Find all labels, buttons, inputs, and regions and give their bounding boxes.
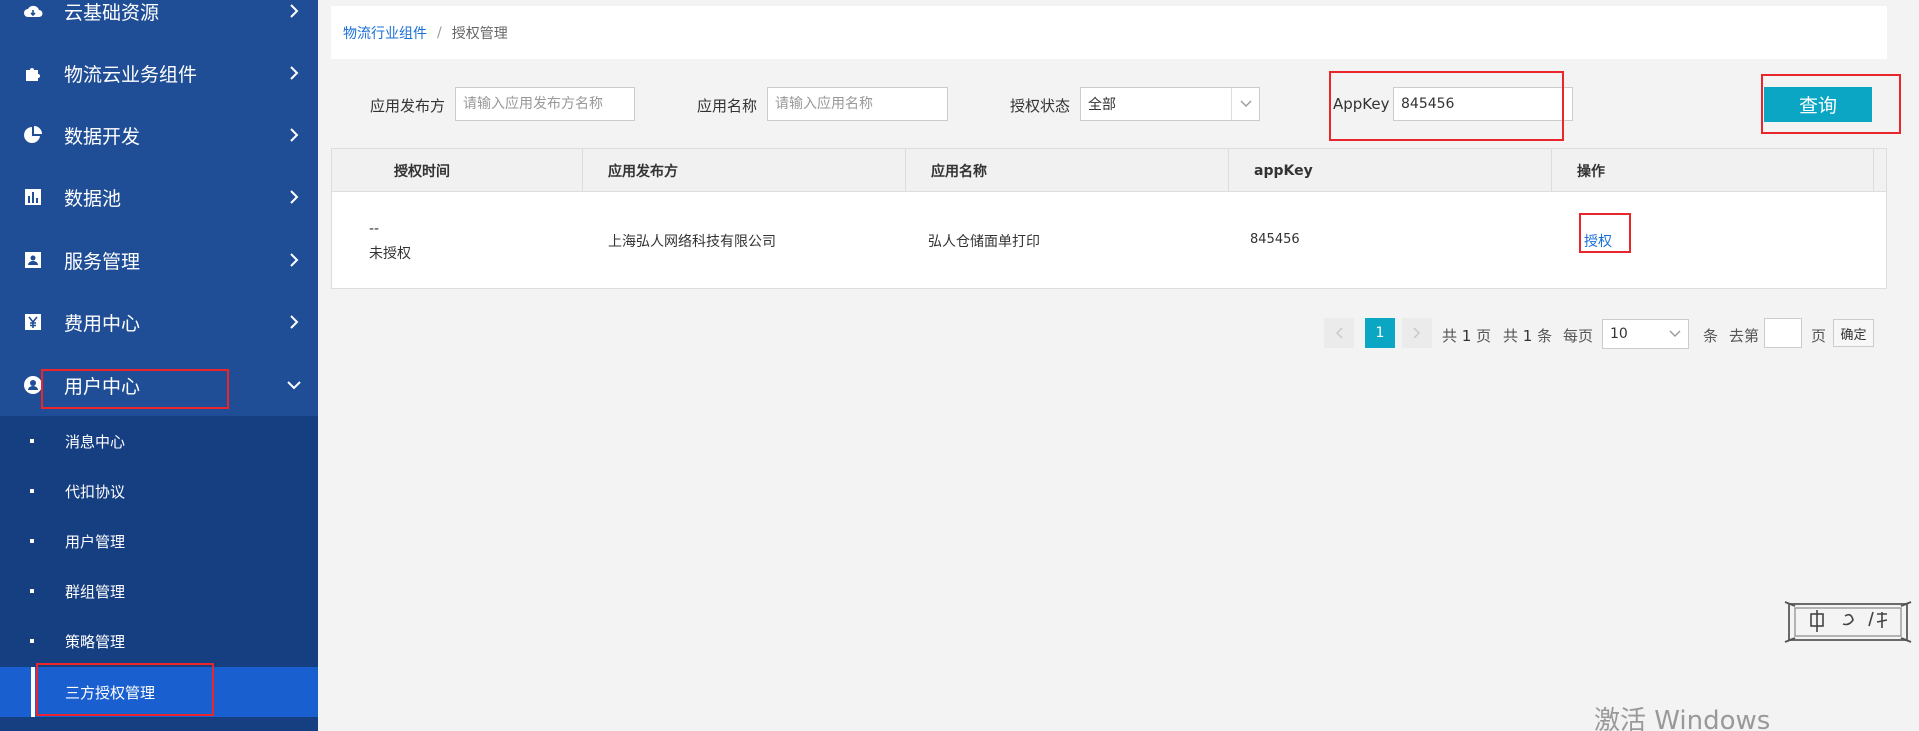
- bar-chart-icon: [23, 187, 43, 207]
- auth-status-select[interactable]: 全部: [1080, 87, 1260, 121]
- next-page-button[interactable]: [1402, 318, 1432, 348]
- appkey-cell: 845456: [1250, 232, 1300, 247]
- breadcrumb-parent-link[interactable]: 物流行业组件: [343, 23, 427, 43]
- submenu-item-user-management[interactable]: 用户管理: [0, 516, 318, 566]
- sidebar-item-label: 数据池: [64, 187, 122, 210]
- column-header-publisher: 应用发布方: [583, 149, 906, 192]
- per-page-value: 10: [1610, 326, 1628, 342]
- submenu-item-label: 消息中心: [65, 432, 126, 451]
- total-items-text: 共 1 条: [1503, 327, 1553, 345]
- total-pages-text: 共 1 页: [1442, 327, 1492, 345]
- breadcrumb-separator: /: [437, 24, 442, 41]
- per-page-label: 每页: [1563, 327, 1594, 345]
- app-name-input[interactable]: [767, 87, 948, 121]
- sidebar-item-billing-center[interactable]: 费用中心: [0, 291, 318, 353]
- chevron-right-icon: [290, 66, 299, 80]
- auth-status-value: 全部: [1088, 97, 1116, 113]
- authorize-link[interactable]: 授权: [1584, 231, 1612, 251]
- user-icon: [23, 375, 43, 395]
- column-header-actions: 操作: [1552, 149, 1874, 192]
- yen-icon: [23, 312, 43, 332]
- sidebar-item-cloud-resources[interactable]: 云基础资源: [0, 0, 318, 42]
- chevron-down-icon: [1662, 320, 1688, 348]
- sidebar: 云基础资源 物流云业务组件 数据开发 数据池 服务管理 费用中心 用户中心 消息…: [0, 0, 318, 731]
- sidebar-item-label: 云基础资源: [64, 1, 160, 24]
- sidebar-item-data-development[interactable]: 数据开发: [0, 104, 318, 166]
- publisher-label: 应用发布方: [370, 97, 446, 115]
- sidebar-item-label: 数据开发: [64, 125, 141, 148]
- app-name-label: 应用名称: [697, 97, 758, 115]
- chevron-right-icon: [290, 190, 299, 204]
- decorative-seal: [1783, 598, 1913, 646]
- sidebar-item-label: 用户中心: [64, 375, 141, 398]
- publisher-cell: 上海弘人网络科技有限公司: [608, 234, 776, 250]
- chevron-left-icon: [1335, 327, 1343, 339]
- page-button-current[interactable]: 1: [1365, 318, 1395, 348]
- submenu-item-withholding-agreement[interactable]: 代扣协议: [0, 466, 318, 516]
- sidebar-item-label: 费用中心: [64, 312, 141, 335]
- column-header-auth-time: 授权时间: [332, 149, 583, 192]
- column-header-app-name: 应用名称: [906, 149, 1229, 192]
- user-center-submenu: 消息中心 代扣协议 用户管理 群组管理 策略管理 三方授权管理: [0, 416, 318, 731]
- id-card-icon: [23, 250, 43, 270]
- auth-time-cell: --: [369, 221, 380, 237]
- per-page-suffix: 条: [1703, 327, 1719, 345]
- chevron-right-icon: [1413, 327, 1421, 339]
- per-page-select[interactable]: 10: [1602, 319, 1689, 349]
- bullet-icon: [30, 589, 34, 593]
- submenu-item-label: 代扣协议: [65, 482, 126, 501]
- results-table: 授权时间 应用发布方 应用名称 appKey 操作 -- 未授权 上海弘人网络科…: [331, 148, 1887, 289]
- auth-status-label: 授权状态: [1010, 97, 1071, 115]
- submenu-item-third-party-auth[interactable]: 三方授权管理: [0, 667, 318, 717]
- sidebar-item-service-management[interactable]: 服务管理: [0, 229, 318, 291]
- prev-page-button[interactable]: [1324, 318, 1354, 348]
- submenu-item-policy-management[interactable]: 策略管理: [0, 616, 318, 666]
- chevron-right-icon: [290, 315, 299, 329]
- column-header-appkey: appKey: [1229, 149, 1552, 192]
- bullet-icon: [30, 439, 34, 443]
- goto-page-input[interactable]: [1764, 318, 1802, 348]
- sidebar-item-logistics-components[interactable]: 物流云业务组件: [0, 42, 318, 104]
- cloud-icon: [23, 1, 43, 21]
- bullet-icon: [30, 539, 34, 543]
- pie-chart-icon: [23, 125, 43, 145]
- chevron-right-icon: [290, 4, 299, 18]
- goto-suffix: 页: [1811, 327, 1827, 345]
- query-button[interactable]: 查询: [1764, 87, 1872, 122]
- publisher-input[interactable]: [455, 87, 635, 121]
- auth-status-cell: 未授权: [369, 246, 411, 262]
- chevron-right-icon: [290, 128, 299, 142]
- sidebar-item-label: 物流云业务组件: [64, 63, 198, 86]
- sidebar-item-user-center[interactable]: 用户中心: [0, 354, 318, 416]
- submenu-item-label: 三方授权管理: [65, 683, 156, 702]
- chevron-down-icon: [1231, 88, 1259, 120]
- appkey-input[interactable]: [1393, 87, 1573, 121]
- app-name-cell: 弘人仓储面单打印: [928, 234, 1040, 250]
- appkey-label: AppKey: [1333, 95, 1390, 113]
- bullet-icon: [30, 489, 34, 493]
- sidebar-item-data-pool[interactable]: 数据池: [0, 166, 318, 228]
- breadcrumb-current: 授权管理: [451, 25, 508, 42]
- active-indicator: [31, 667, 35, 717]
- windows-activation-watermark: 激活 Windows: [1594, 706, 1771, 731]
- goto-confirm-button[interactable]: 确定: [1833, 319, 1874, 347]
- submenu-item-label: 群组管理: [65, 582, 126, 601]
- submenu-item-label: 用户管理: [65, 532, 126, 551]
- goto-label: 去第: [1729, 327, 1760, 345]
- chevron-down-icon: [287, 381, 301, 390]
- submenu-item-label: 策略管理: [65, 632, 126, 651]
- chevron-right-icon: [290, 253, 299, 267]
- submenu-item-group-management[interactable]: 群组管理: [0, 566, 318, 616]
- submenu-item-message-center[interactable]: 消息中心: [0, 416, 318, 466]
- sidebar-item-label: 服务管理: [64, 250, 141, 273]
- bullet-icon: [30, 639, 34, 643]
- table-header: 授权时间 应用发布方 应用名称 appKey 操作: [332, 149, 1886, 192]
- breadcrumb: 物流行业组件 / 授权管理: [331, 6, 1887, 59]
- puzzle-icon: [23, 63, 43, 83]
